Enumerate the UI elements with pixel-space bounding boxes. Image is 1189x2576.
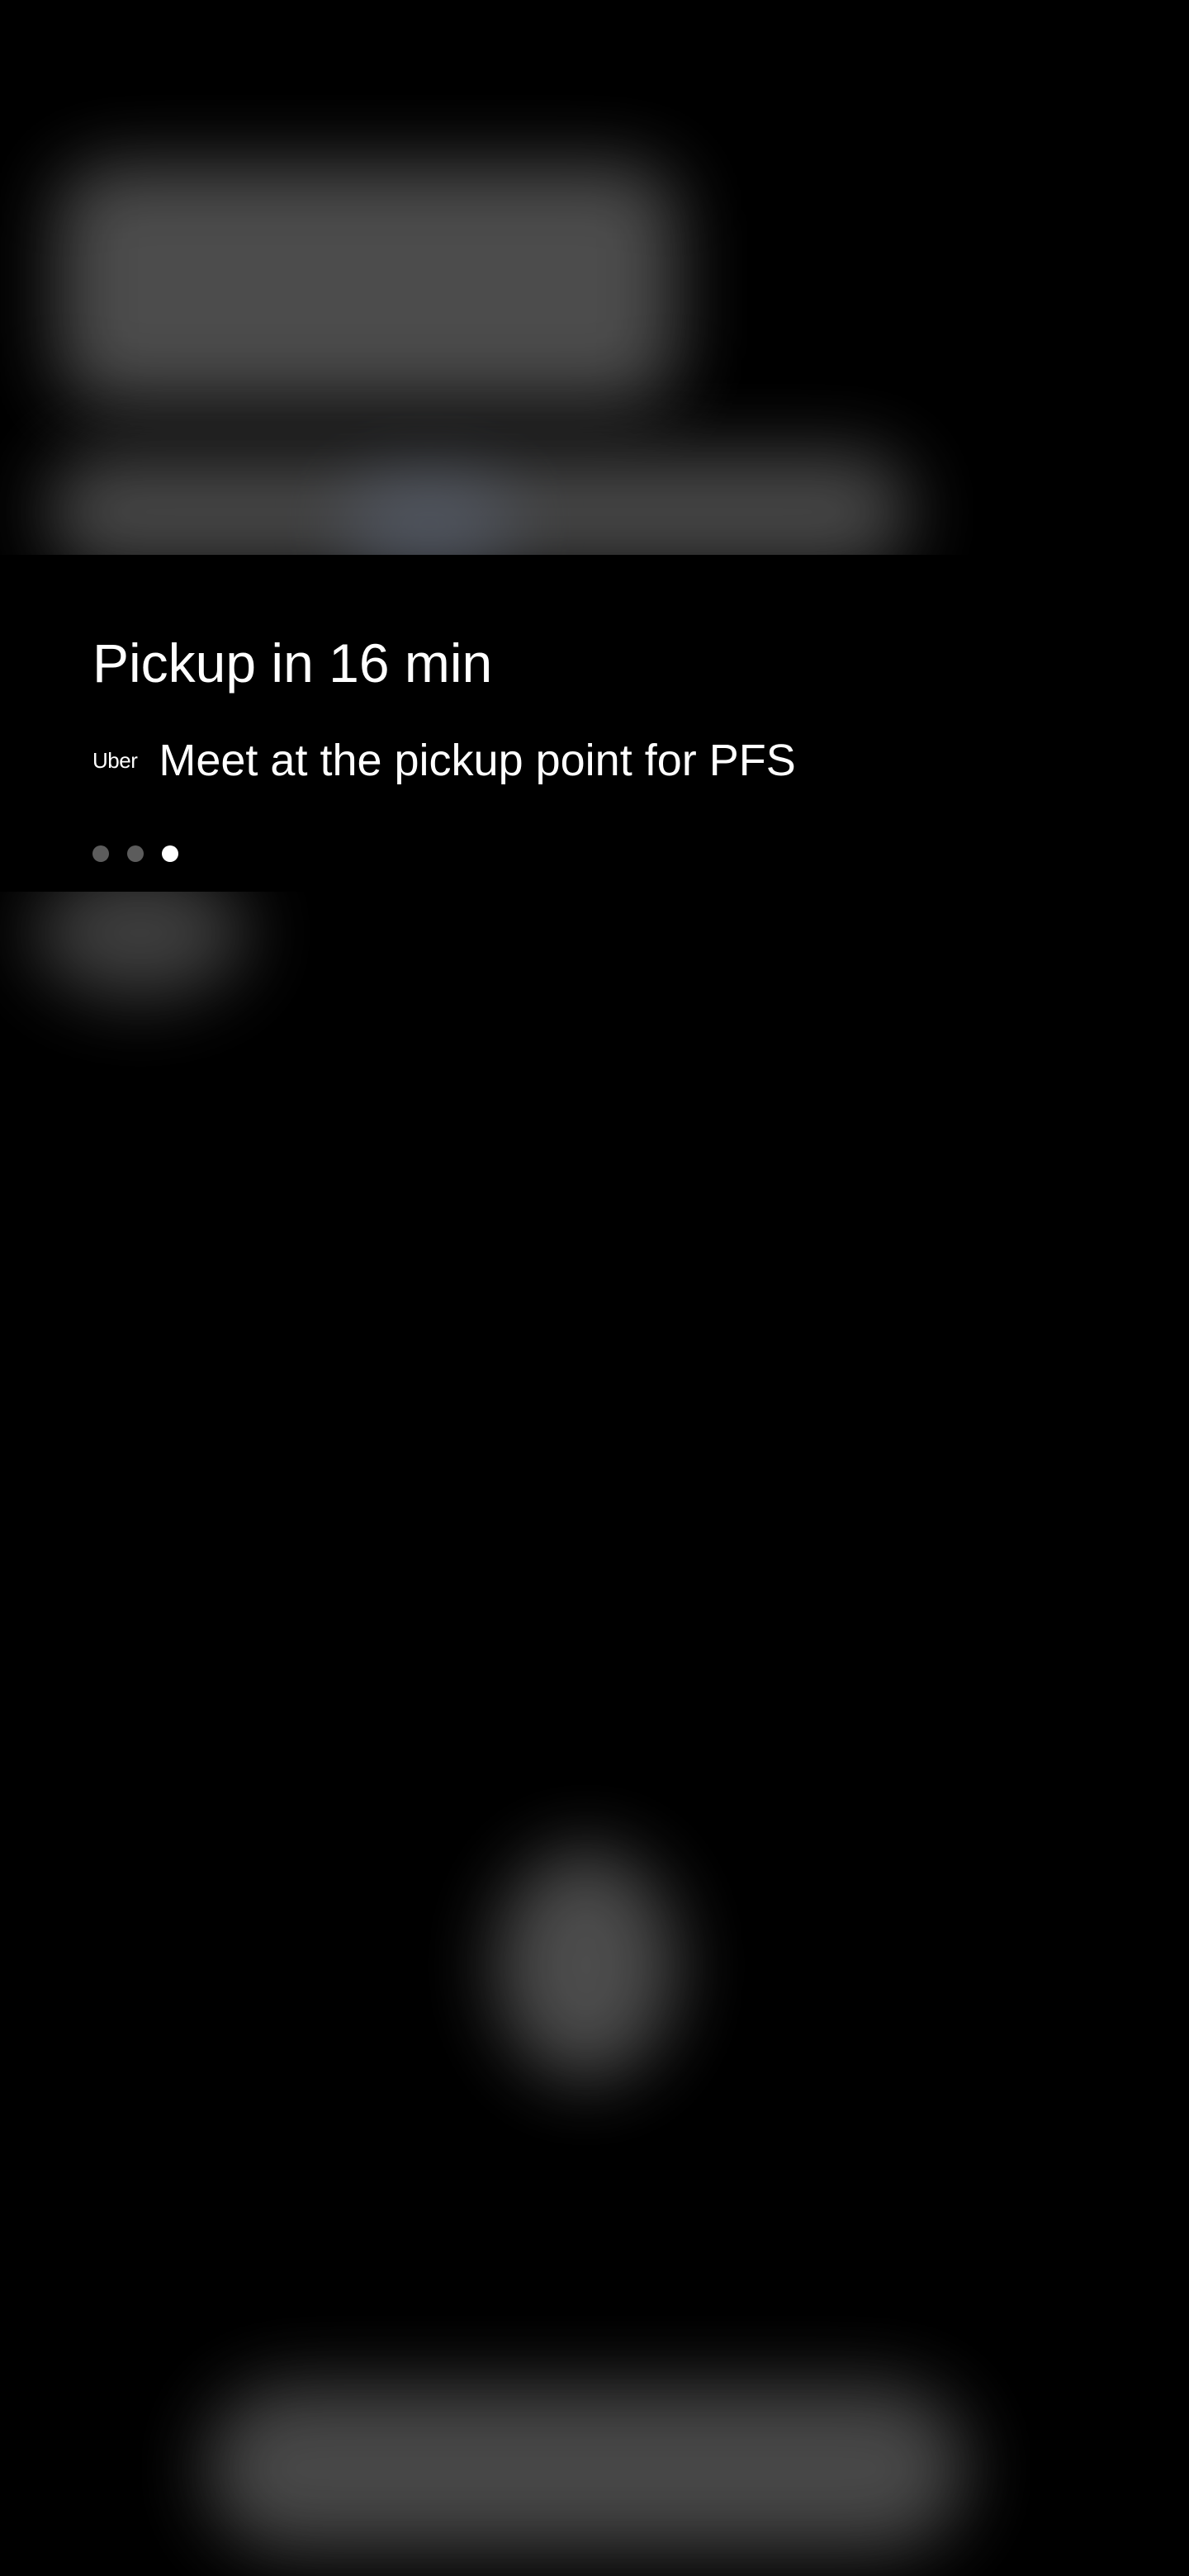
blurred-widget-card — [58, 165, 677, 405]
blurred-fingerprint-icon — [495, 1849, 677, 2081]
notification-message-row: Uber Meet at the pickup point for PFS — [92, 738, 796, 783]
page-indicator-dot-2[interactable] — [127, 845, 144, 862]
live-notification-card[interactable]: Pickup in 16 min Uber Meet at the pickup… — [0, 555, 1189, 892]
page-indicator-dot-3[interactable] — [162, 845, 178, 862]
uber-logo-icon: Uber — [92, 747, 138, 773]
notification-title: Pickup in 16 min — [92, 632, 493, 694]
page-indicator[interactable] — [92, 845, 178, 862]
notification-message: Meet at the pickup point for PFS — [159, 736, 796, 785]
blurred-bottom-bar — [206, 2386, 966, 2551]
page-indicator-dot-1[interactable] — [92, 845, 109, 862]
